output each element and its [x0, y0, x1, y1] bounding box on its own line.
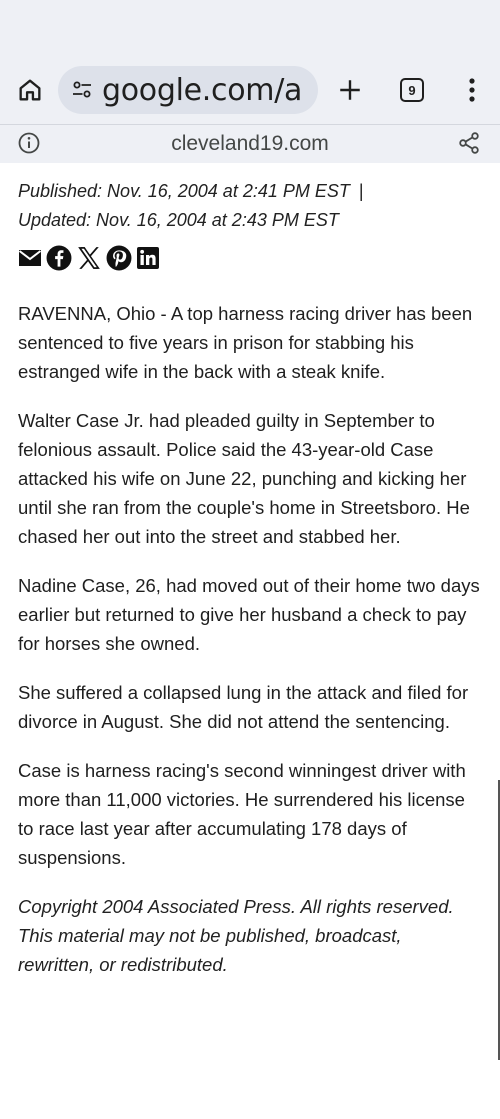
more-vert-icon[interactable] [456, 74, 488, 106]
published-date: Published: Nov. 16, 2004 at 2:41 PM EST [18, 181, 350, 201]
email-icon[interactable] [18, 247, 42, 269]
copyright-notice: Copyright 2004 Associated Press. All rig… [18, 896, 454, 975]
article-content: Published: Nov. 16, 2004 at 2:41 PM EST … [0, 163, 500, 979]
site-info-bar: cleveland19.com [0, 124, 500, 163]
article-body: RAVENNA, Ohio - A top harness racing dri… [18, 299, 482, 979]
tune-icon[interactable] [66, 74, 98, 106]
updated-date: Updated: Nov. 16, 2004 at 2:43 PM EST [18, 210, 339, 230]
article-paragraph: Case is harness racing's second winninge… [18, 760, 466, 868]
url-text[interactable]: google.com/a [102, 73, 302, 108]
status-bar-area [0, 0, 500, 56]
social-share-row [18, 245, 482, 271]
article-paragraph: RAVENNA, Ohio - A top harness racing dri… [18, 303, 473, 382]
plus-icon[interactable] [334, 74, 366, 106]
tab-count: 9 [400, 78, 424, 102]
linkedin-icon[interactable] [136, 246, 160, 270]
article-paragraph: She suffered a collapsed lung in the att… [18, 682, 469, 732]
facebook-icon[interactable] [46, 245, 72, 271]
pinterest-icon[interactable] [106, 245, 132, 271]
x-icon[interactable] [76, 245, 102, 271]
site-name: cleveland19.com [171, 132, 329, 155]
article-meta: Published: Nov. 16, 2004 at 2:41 PM EST … [18, 177, 482, 235]
article-paragraph: Nadine Case, 26, had moved out of their … [18, 575, 480, 654]
meta-separator: | [358, 181, 364, 201]
home-icon[interactable] [14, 74, 46, 106]
browser-toolbar: google.com/a 9 [0, 56, 500, 124]
share-icon[interactable] [457, 131, 481, 160]
article-paragraph: Walter Case Jr. had pleaded guilty in Se… [18, 410, 470, 547]
tab-switcher-icon[interactable]: 9 [396, 74, 428, 106]
address-bar[interactable]: google.com/a [58, 66, 318, 114]
